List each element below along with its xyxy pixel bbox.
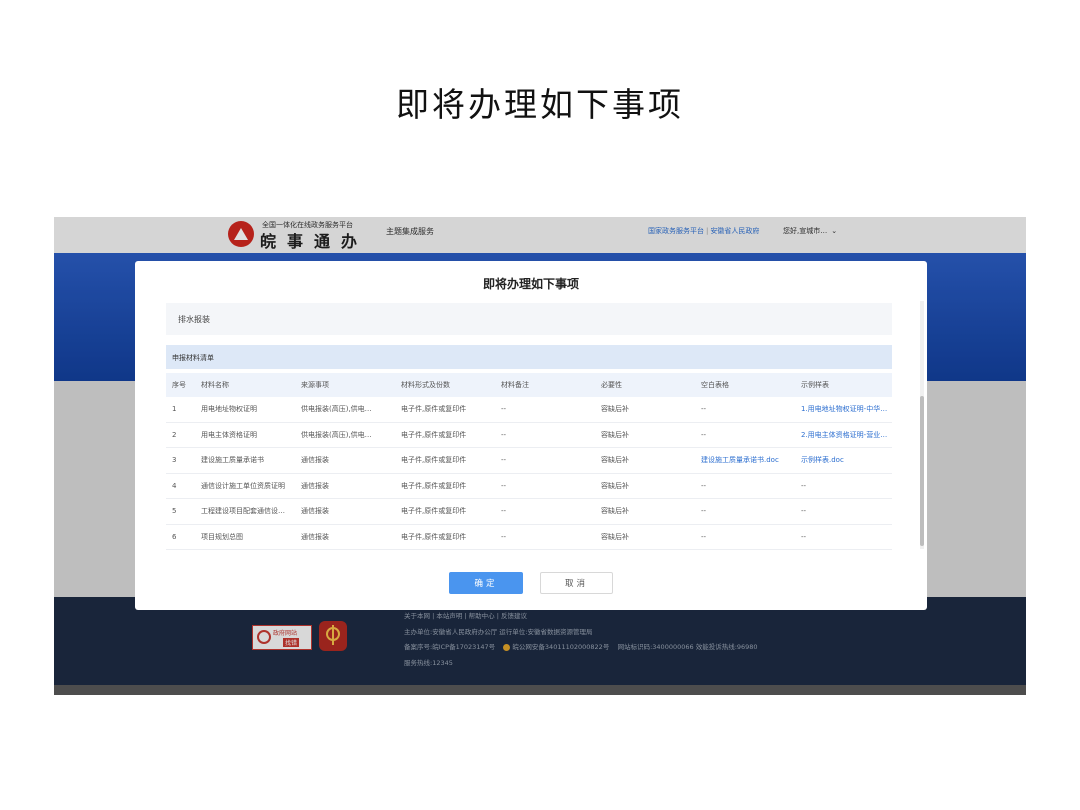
table-row: 1 用电地址物权证明 供电报装(高压),供电… 电子件,原件或复印件 -- 容缺… (166, 397, 892, 423)
modal-scrollbar-thumb[interactable] (920, 396, 924, 546)
cell-note: -- (495, 422, 595, 448)
cell-source-item: 通信报装 (295, 473, 395, 499)
column-header: 材料备注 (495, 373, 595, 397)
cell-source-item: 通信报装 (295, 498, 395, 525)
cell-sample-form: -- (795, 473, 892, 499)
cell-format: 电子件,原件或复印件 (395, 397, 495, 423)
table-row: 6 项目规划总图 通信报装 电子件,原件或复印件 -- 容缺后补 -- -- (166, 524, 892, 550)
cell-format: 电子件,原件或复印件 (395, 498, 495, 525)
cell-note: -- (495, 498, 595, 525)
sample-form-link[interactable]: 1.用电地址物权证明-中华… (795, 397, 892, 423)
cell-note: -- (495, 524, 595, 550)
section-title: 排水报装 (178, 315, 210, 324)
cell-material-name: 项目规划总图 (195, 524, 295, 550)
column-header: 必要性 (595, 373, 695, 397)
cell-source-item: 通信报装 (295, 447, 395, 474)
cell-index: 6 (166, 524, 195, 550)
cell-necessity: 容缺后补 (595, 473, 695, 499)
cell-format: 电子件,原件或复印件 (395, 447, 495, 474)
sample-form-link[interactable]: 示例样表.doc (795, 447, 892, 474)
cell-note: -- (495, 473, 595, 499)
confirm-button[interactable]: 确定 (449, 572, 523, 594)
column-header: 示例样表 (795, 373, 892, 397)
cell-material-name: 通信设计施工单位资质证明 (195, 473, 295, 499)
cell-necessity: 容缺后补 (595, 447, 695, 474)
cell-sample-form: -- (795, 498, 892, 525)
section-header: 排水报装 (166, 303, 892, 335)
cell-material-name: 工程建设项目配套通信设… (195, 498, 295, 525)
sample-form-link[interactable]: 2.用电主体资格证明-营业… (795, 422, 892, 448)
cell-index: 2 (166, 422, 195, 448)
cell-blank-form: -- (695, 473, 795, 499)
column-header: 材料形式及份数 (395, 373, 495, 397)
cell-format: 电子件,原件或复印件 (395, 473, 495, 499)
materials-list-header: 申报材料清单 (166, 345, 892, 369)
cell-blank-form: -- (695, 422, 795, 448)
cell-index: 4 (166, 473, 195, 499)
cell-source-item: 通信报装 (295, 524, 395, 550)
cell-material-name: 用电主体资格证明 (195, 422, 295, 448)
table-header-row: 序号 材料名称 来源事项 材料形式及份数 材料备注 必要性 空白表格 示例样表 (166, 373, 892, 397)
cell-necessity: 容缺后补 (595, 498, 695, 525)
cell-index: 3 (166, 447, 195, 474)
cell-index: 5 (166, 498, 195, 525)
table-row: 2 用电主体资格证明 供电报装(高压),供电… 电子件,原件或复印件 -- 容缺… (166, 422, 892, 448)
cell-blank-form: -- (695, 524, 795, 550)
column-header: 空白表格 (695, 373, 795, 397)
column-header: 材料名称 (195, 373, 295, 397)
pending-items-modal: 即将办理如下事项 排水报装 申报材料清单 序号 材料名称 来源事项 材料形式及份… (135, 261, 927, 610)
website-screenshot: 全国一体化在线政务服务平台 皖事通办 主题集成服务 国家政务服务平台 | 安徽省人民… (54, 217, 1026, 695)
cell-note: -- (495, 447, 595, 474)
table-row: 4 通信设计施工单位资质证明 通信报装 电子件,原件或复印件 -- 容缺后补 -… (166, 473, 892, 499)
modal-title: 即将办理如下事项 (482, 277, 579, 291)
cell-material-name: 用电地址物权证明 (195, 397, 295, 423)
cell-necessity: 容缺后补 (595, 422, 695, 448)
slide-title: 即将办理如下事项 (396, 85, 684, 124)
cell-necessity: 容缺后补 (595, 524, 695, 550)
cell-note: -- (495, 397, 595, 423)
column-header: 来源事项 (295, 373, 395, 397)
cell-blank-form: -- (695, 397, 795, 423)
cell-format: 电子件,原件或复印件 (395, 524, 495, 550)
blank-form-link[interactable]: 建设施工质量承诺书.doc (695, 447, 795, 474)
cell-index: 1 (166, 397, 195, 423)
materials-list-title: 申报材料清单 (172, 354, 214, 362)
cell-format: 电子件,原件或复印件 (395, 422, 495, 448)
cell-blank-form: -- (695, 498, 795, 525)
cell-sample-form: -- (795, 524, 892, 550)
column-header: 序号 (166, 373, 195, 397)
table-row: 3 建设施工质量承诺书 通信报装 电子件,原件或复印件 -- 容缺后补 建设施工… (166, 447, 892, 474)
cell-material-name: 建设施工质量承诺书 (195, 447, 295, 474)
cell-source-item: 供电报装(高压),供电… (295, 422, 395, 448)
table-row: 5 工程建设项目配套通信设… 通信报装 电子件,原件或复印件 -- 容缺后补 -… (166, 498, 892, 525)
materials-table: 序号 材料名称 来源事项 材料形式及份数 材料备注 必要性 空白表格 示例样表 … (166, 373, 892, 550)
cell-source-item: 供电报装(高压),供电… (295, 397, 395, 423)
cell-necessity: 容缺后补 (595, 397, 695, 423)
cancel-button[interactable]: 取消 (540, 572, 613, 594)
